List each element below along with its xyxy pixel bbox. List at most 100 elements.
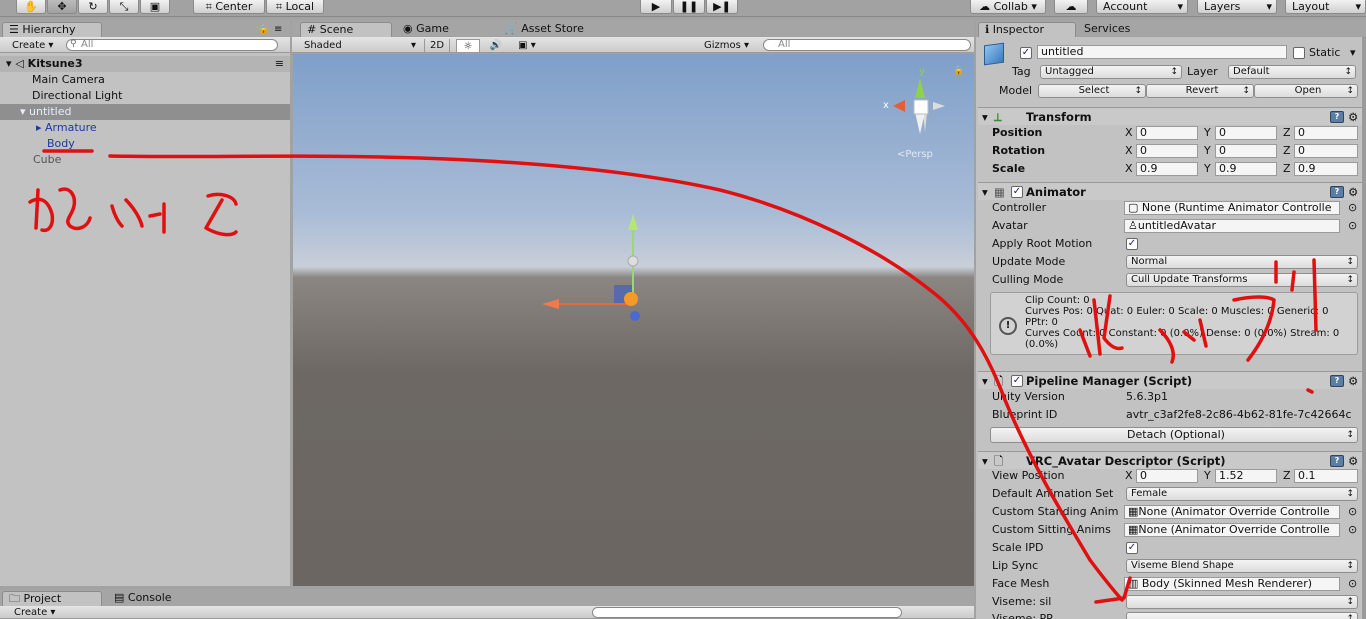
help-icon[interactable]: ?	[1330, 186, 1344, 198]
scale-x-field[interactable]: 0.9	[1136, 162, 1198, 176]
object-name-field[interactable]: untitled	[1037, 45, 1287, 59]
active-checkbox[interactable]: ✓	[1020, 47, 1032, 59]
tab-project[interactable]: 🗀 Project	[2, 591, 102, 606]
sitting-anim-field[interactable]: ▦None (Animator Override Controlle	[1124, 523, 1340, 537]
persp-label[interactable]: <Persp	[897, 149, 933, 160]
lip-sync-dropdown[interactable]: Viseme Blend Shape	[1126, 559, 1358, 573]
hierarchy-search-input[interactable]: All	[66, 39, 278, 51]
view-z-field[interactable]: 0.1	[1294, 469, 1358, 483]
layout-button[interactable]: Layout ▾	[1285, 0, 1366, 14]
pivot-local-button[interactable]: ⌗ Local	[266, 0, 324, 14]
viseme-sil-dropdown[interactable]	[1126, 595, 1358, 609]
model-open-button[interactable]: Open	[1254, 84, 1358, 98]
object-picker-icon[interactable]: ⊙	[1348, 503, 1357, 521]
pivot-center-button[interactable]: ⌗ Center	[193, 0, 265, 14]
step-button[interactable]: ▶❚	[706, 0, 738, 14]
viseme-pp-dropdown[interactable]	[1126, 612, 1358, 619]
layers-button[interactable]: Layers ▾	[1197, 0, 1277, 14]
project-create-button[interactable]: Create ▾	[14, 606, 55, 619]
pivot-icon: ⌗	[205, 0, 216, 13]
update-mode-dropdown[interactable]: Normal	[1126, 255, 1358, 269]
scene-menu-icon[interactable]: ≡	[275, 56, 284, 72]
animator-header[interactable]: ▾ ▦ ✓ Animator ? ⚙	[978, 182, 1362, 200]
hierarchy-item-selected[interactable]: ▾ untitled	[0, 104, 290, 120]
shading-dropdown[interactable]: Shaded ▾	[304, 39, 416, 53]
position-x-field[interactable]: 0	[1136, 126, 1198, 140]
tab-hierarchy[interactable]: ☰ Hierarchy	[2, 22, 102, 37]
pipeline-header[interactable]: ▾ 🗋 ✓ Pipeline Manager (Script) ? ⚙	[978, 371, 1362, 389]
animator-enabled-checkbox[interactable]: ✓	[1011, 186, 1023, 198]
tab-game[interactable]: ◉ Game	[397, 22, 497, 37]
tab-scene[interactable]: # Scene	[300, 22, 392, 37]
scale-ipd-checkbox[interactable]: ✓	[1126, 542, 1138, 554]
static-checkbox[interactable]	[1293, 47, 1305, 59]
apply-root-motion-checkbox[interactable]: ✓	[1126, 238, 1138, 250]
model-revert-button[interactable]: Revert	[1146, 84, 1254, 98]
scene-tab-icon: #	[307, 23, 320, 36]
help-icon[interactable]: ?	[1330, 455, 1344, 467]
tab-inspector[interactable]: ℹ Inspector	[978, 22, 1076, 37]
object-picker-icon[interactable]: ⊙	[1348, 217, 1357, 235]
rotation-z-field[interactable]: 0	[1294, 144, 1358, 158]
scene-viewport[interactable]: y x 🔒 <Persp	[293, 54, 974, 586]
2d-toggle[interactable]: 2D	[424, 39, 450, 53]
audio-toggle-icon[interactable]: 🔊	[484, 39, 508, 53]
unity-scene-icon: ◁	[15, 57, 24, 70]
mesh-icon: ▥	[1128, 577, 1142, 590]
position-z-field[interactable]: 0	[1294, 126, 1358, 140]
hierarchy-create-button[interactable]: Create ▾	[12, 39, 53, 53]
hand-tool-button[interactable]: ✋	[16, 0, 46, 14]
object-picker-icon[interactable]: ⊙	[1348, 521, 1357, 539]
tab-asset-store[interactable]: 🛒 Asset Store	[498, 22, 598, 37]
account-button[interactable]: Account ▾	[1096, 0, 1188, 14]
effects-dropdown-icon[interactable]: ▣ ▾	[512, 39, 542, 53]
pipeline-enabled-checkbox[interactable]: ✓	[1011, 375, 1023, 387]
rotation-y-field[interactable]: 0	[1215, 144, 1277, 158]
scale-y-field[interactable]: 0.9	[1215, 162, 1277, 176]
help-icon[interactable]: ?	[1330, 111, 1344, 123]
position-y-field[interactable]: 0	[1215, 126, 1277, 140]
tab-console[interactable]: ▤ Console	[108, 591, 208, 606]
default-anim-row: Default Animation Set Female	[978, 485, 1362, 503]
view-y-field[interactable]: 1.52	[1215, 469, 1277, 483]
layer-dropdown[interactable]: Default	[1228, 65, 1356, 79]
scale-z-field[interactable]: 0.9	[1294, 162, 1358, 176]
hierarchy-menu-icon[interactable]: ≡	[274, 24, 282, 35]
pause-button[interactable]: ❚❚	[673, 0, 705, 14]
culling-mode-dropdown[interactable]: Cull Update Transforms	[1126, 273, 1358, 287]
tag-dropdown[interactable]: Untagged	[1040, 65, 1182, 79]
hierarchy-lock-icon[interactable]: 🔒	[258, 25, 269, 35]
move-tool-button[interactable]: ✥	[47, 0, 77, 14]
object-picker-icon[interactable]: ⊙	[1348, 575, 1357, 593]
transform-header[interactable]: ▾ ⟂ Transform ? ⚙	[978, 107, 1362, 125]
gizmos-dropdown[interactable]: Gizmos ▾	[704, 39, 749, 53]
play-button[interactable]: ▶	[640, 0, 672, 14]
standing-anim-field[interactable]: ▦None (Animator Override Controlle	[1124, 505, 1340, 519]
scene-search-input[interactable]: All	[763, 39, 971, 51]
rotation-x-field[interactable]: 0	[1136, 144, 1198, 158]
static-dropdown-icon[interactable]: ▾	[1350, 46, 1356, 59]
object-picker-icon[interactable]: ⊙	[1348, 199, 1357, 217]
inspector-scrollbar[interactable]	[1362, 37, 1366, 619]
lighting-toggle-icon[interactable]: ☼	[456, 39, 480, 53]
collab-button[interactable]: ☁ Collab ▾	[970, 0, 1046, 14]
view-x-field[interactable]: 0	[1136, 469, 1198, 483]
face-mesh-field[interactable]: ▥ Body (Skinned Mesh Renderer)	[1124, 577, 1340, 591]
tab-services[interactable]: Services	[1078, 22, 1178, 37]
blueprint-row: Blueprint ID avtr_c3af2fe8-2c86-4b62-81f…	[992, 408, 1352, 421]
detach-button[interactable]: Detach (Optional)	[990, 427, 1358, 443]
rect-tool-button[interactable]: ▣	[140, 0, 170, 14]
default-anim-dropdown[interactable]: Female	[1126, 487, 1358, 501]
controller-field[interactable]: ▢ None (Runtime Animator Controlle	[1124, 201, 1340, 215]
cloud-button[interactable]: ☁	[1054, 0, 1088, 14]
model-select-button[interactable]: Select	[1038, 84, 1146, 98]
axis-x-label: x	[883, 100, 889, 111]
scale-tool-button[interactable]: ⤡	[109, 0, 139, 14]
scene-header-row[interactable]: ▾ ◁ Kitsune3 ≡	[0, 56, 290, 72]
position-row: Position X0 Y0 Z0	[978, 124, 1362, 142]
avatar-field[interactable]: ♙untitledAvatar	[1124, 219, 1340, 233]
rotate-tool-button[interactable]: ↻	[78, 0, 108, 14]
project-search-input[interactable]	[592, 607, 902, 618]
scene-lock-icon[interactable]: 🔒	[953, 66, 964, 76]
help-icon[interactable]: ?	[1330, 375, 1344, 387]
